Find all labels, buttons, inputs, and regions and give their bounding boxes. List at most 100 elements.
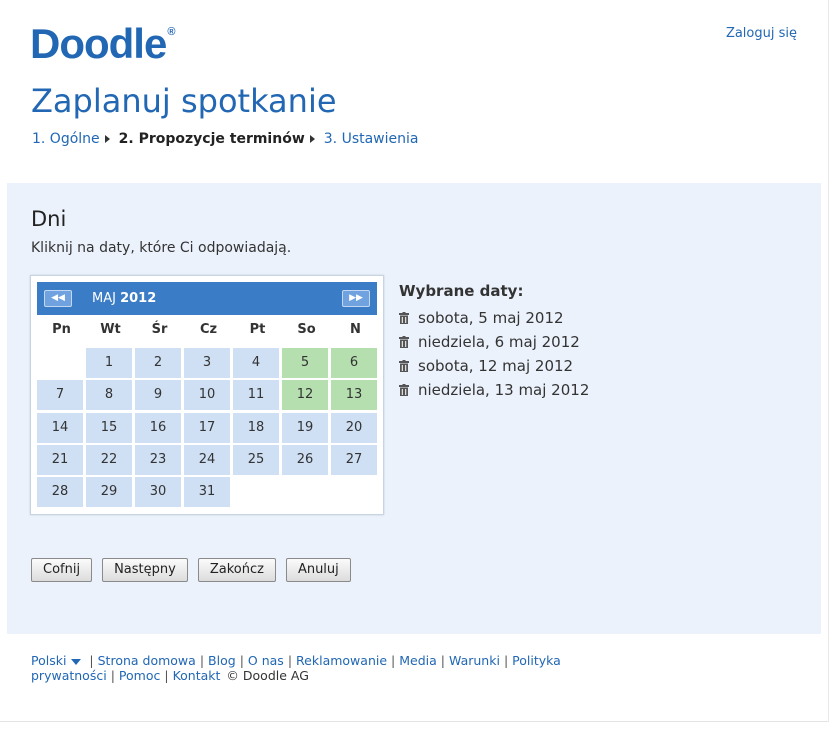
footer-link-contact[interactable]: Kontakt [173,668,221,683]
finish-button[interactable]: Zakończ [197,558,276,582]
calendar-day[interactable]: 19 [282,413,328,443]
footer-separator: | [287,653,293,668]
footer-separator: | [503,653,509,668]
selected-date-item: niedziela, 13 maj 2012 [399,378,589,402]
copyright: © Doodle AG [226,668,309,683]
language-label: Polski [31,653,67,668]
weekday-label: So [297,322,316,337]
calendar-day[interactable]: 25 [233,445,279,475]
calendar-day[interactable]: 20 [331,413,377,443]
calendar-day[interactable]: 14 [37,413,83,443]
footer-separator: | [199,653,205,668]
weekday-label: Wt [100,322,121,337]
trash-icon[interactable] [399,312,409,324]
selected-dates: Wybrane daty: sobota, 5 maj 2012 niedzie… [399,282,589,402]
calendar-day[interactable]: 31 [184,477,230,507]
calendar-day[interactable]: 21 [37,445,83,475]
calendar-day[interactable]: 22 [86,445,132,475]
cancel-button[interactable]: Anuluj [285,558,351,582]
section-title: Dni [31,207,67,231]
trash-icon[interactable] [399,384,409,396]
weekday-label: Śr [151,322,168,337]
login-link[interactable]: Zaloguj się [726,26,797,41]
selected-date-item: sobota, 12 maj 2012 [399,354,589,378]
calendar: ◀◀ MAJ 2012 ▶▶ Pn Wt Śr Cz Pt So N 12345… [30,275,384,515]
footer-separator: | [391,653,396,668]
calendar-day[interactable]: 1 [86,348,132,378]
footer-link-blog[interactable]: Blog [208,653,236,668]
calendar-day[interactable]: 10 [184,380,230,410]
selected-date-text: sobota, 12 maj 2012 [418,357,574,375]
calendar-day[interactable]: 3 [184,348,230,378]
calendar-day[interactable]: 26 [282,445,328,475]
calendar-day[interactable]: 29 [86,477,132,507]
step-date-proposals: 2. Propozycje terminów [118,131,305,147]
registered-mark: ® [167,26,175,38]
step-arrow-icon [104,135,110,143]
content-panel: Dni Kliknij na daty, które Ci odpowiadaj… [7,183,821,634]
footer-link-media[interactable]: Media [399,653,437,668]
wizard-steps: 1. Ogólne 2. Propozycje terminów 3. Usta… [32,131,418,147]
calendar-day[interactable]: 7 [37,380,83,410]
calendar-day-selected[interactable]: 12 [282,380,328,410]
doodle-logo[interactable]: Doodle® [30,20,175,68]
calendar-day[interactable]: 27 [331,445,377,475]
section-description: Kliknij na daty, które Ci odpowiadają. [31,240,292,256]
weekday-label: Cz [199,322,218,337]
calendar-day[interactable]: 30 [135,477,181,507]
calendar-day-selected[interactable]: 13 [331,380,377,410]
trash-icon[interactable] [399,336,409,348]
logo-text: Doodle [30,20,167,67]
month-name: MAJ [92,291,116,306]
calendar-day[interactable]: 9 [135,380,181,410]
calendar-day[interactable]: 4 [233,348,279,378]
footer-link-terms[interactable]: Warunki [449,653,500,668]
trash-icon[interactable] [399,360,409,372]
calendar-day[interactable]: 15 [86,413,132,443]
selected-date-text: niedziela, 13 maj 2012 [418,381,590,399]
selected-dates-title: Wybrane daty: [399,282,524,300]
weekday-label: Pt [249,322,266,337]
bottom-divider [0,721,829,722]
step-general[interactable]: 1. Ogólne [32,131,100,147]
month-label: MAJ 2012 [92,291,156,306]
calendar-day[interactable]: 18 [233,413,279,443]
calendar-day[interactable]: 8 [86,380,132,410]
footer-separator: | [85,653,94,668]
calendar-day[interactable]: 23 [135,445,181,475]
selected-date-text: sobota, 5 maj 2012 [418,309,564,327]
month-year: 2012 [120,291,157,306]
weekday-row: Pn Wt Śr Cz Pt So N [37,317,380,343]
calendar-header: ◀◀ MAJ 2012 ▶▶ [37,282,377,315]
selected-date-item: niedziela, 6 maj 2012 [399,330,589,354]
calendar-day[interactable]: 17 [184,413,230,443]
chevron-down-icon [71,658,82,665]
next-button[interactable]: Następny [102,558,188,582]
calendar-day[interactable]: 16 [135,413,181,443]
selected-date-item: sobota, 5 maj 2012 [399,306,589,330]
footer-separator: | [164,668,169,683]
footer-separator: | [440,653,446,668]
step-settings[interactable]: 3. Ustawienia [324,131,419,147]
footer: Polski | Strona domowa | Blog | O nas | Reklamo… [31,653,631,683]
footer-link-home[interactable]: Strona domowa [98,653,196,668]
double-right-arrow-icon[interactable]: ▶▶ [342,290,370,307]
footer-separator: | [110,668,115,683]
calendar-day[interactable]: 2 [135,348,181,378]
calendar-day[interactable]: 28 [37,477,83,507]
calendar-day[interactable]: 24 [184,445,230,475]
double-left-arrow-icon[interactable]: ◀◀ [44,290,72,307]
step-arrow-icon [309,135,315,143]
language-selector[interactable]: Polski [31,653,82,668]
footer-link-about[interactable]: O nas [248,653,284,668]
calendar-day-selected[interactable]: 5 [282,348,328,378]
calendar-day[interactable]: 11 [233,380,279,410]
footer-separator: | [239,653,244,668]
page-title: Zaplanuj spotkanie [31,82,337,120]
back-button[interactable]: Cofnij [31,558,93,582]
calendar-day-selected[interactable]: 6 [331,348,377,378]
weekday-label: Pn [52,322,71,337]
weekday-label: N [350,322,361,337]
footer-link-advertising[interactable]: Reklamowanie [296,653,387,668]
footer-link-help[interactable]: Pomoc [119,668,160,683]
